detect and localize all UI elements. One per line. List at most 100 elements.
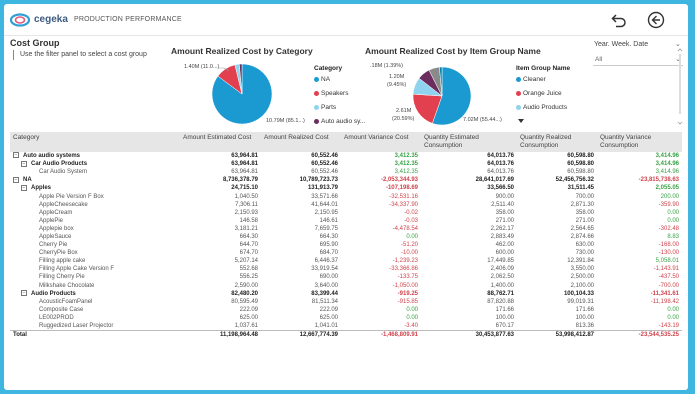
table-row[interactable]: AppleSauce 664.30 664.30 0.00 2,883.49 2,874.… [10,233,682,241]
cell-value: -168.00 [658,242,679,249]
chevron-down-icon[interactable]: ⌄ [675,40,681,48]
table-row[interactable]: AppleCheesecake 7,306.11 41,644.01 -34,337.… [10,201,682,209]
pie2-label-c2: (20.59%) [392,116,415,122]
column-header-quantity-variance-consumption[interactable]: Quantity Variance Consumption [597,132,682,152]
cell-value: 0.00 [406,306,418,313]
cell-value: -359.90 [658,201,679,208]
cell-value: 82,480.20 [231,290,258,297]
pie2-label-d: 7.02M (55.44...) [463,117,502,123]
row-label: LE002PROD [39,314,74,321]
column-header-amount-variance-cost[interactable]: Amount Variance Cost [341,132,421,152]
cell-value: -11,341.61 [650,290,679,297]
row-label: − Audio Products [21,290,76,297]
cell-value: 358.00 [575,209,594,216]
legend-item-parts[interactable]: Parts [314,104,336,111]
date-filter-dropdown[interactable]: All ⌄ [593,54,683,66]
table-row[interactable]: Ruggedized Laser Projector 1,037.61 1,041.… [10,322,682,331]
cell-value: 6,446.37 [314,258,338,265]
cell-value: 12,391.84 [567,258,594,265]
leader-line [218,67,230,72]
table-row[interactable]: Applepie box 3,181.21 7,659.75 -4,478.54 2,2… [10,225,682,233]
cell-value: 3,412.35 [394,153,418,160]
cell-value: 83,399.44 [311,290,338,297]
triangle-down-icon[interactable] [518,119,524,124]
report-canvas: cegeka PRODUCTION PERFORMANCE Cost Group… [4,4,688,390]
column-header-amount-realized-cost[interactable]: Amount Realized Cost [261,132,341,152]
collapse-toggle-icon[interactable]: − [13,152,19,159]
table-row[interactable]: − Car Audio Products 63,964.81 60,552.46 3,4… [10,160,682,168]
circle-back-icon[interactable] [647,11,665,29]
column-header-amount-estimated-cost[interactable]: Amount Estimated Cost [180,132,261,152]
cell-value: 3,414.96 [655,161,679,168]
cell-value: -34,337.90 [389,201,418,208]
table-row[interactable]: AcousticFoamPanel 80,595.49 81,511.34 -915.… [10,298,682,306]
cell-value: 87,820.88 [487,298,514,305]
cell-value: 60,552.46 [311,161,338,168]
row-label: Applepie box [39,225,74,232]
legend-item-orange-juice[interactable]: Orange Juice [516,90,562,97]
cell-value: 52,456,756.32 [555,177,594,184]
brand-name: cegeka [34,14,68,25]
cell-value: 53,998,412.87 [517,329,597,339]
chart1-legend-title: Category [314,65,343,72]
table-row[interactable]: Filling Apple Cake Version F 552.68 33,919… [10,265,682,273]
cell-value: -1,050.00 [392,282,418,289]
table-row[interactable]: Cherry Pie 644.70 695.90 -51.20 462.00 630.00… [10,241,682,249]
cell-value: -3.40 [404,322,418,329]
collapse-toggle-icon[interactable]: − [21,290,27,297]
pie2-label-c: 2.61M [396,108,412,114]
legend-item-cleaner[interactable]: Cleaner [516,76,546,83]
cell-value: 358.00 [495,209,514,216]
column-header-quantity-realized-consumption[interactable]: Quantity Realized Consumption [517,132,597,152]
table-row[interactable]: Apple Pie Version F Box 1,040.50 33,571.66… [10,192,682,200]
legend-item-auto-audio[interactable]: Auto audio sy... [314,118,365,125]
collapse-toggle-icon[interactable]: − [21,160,27,167]
column-header-quantity-estimated-consumption[interactable]: Quantity Estimated Consumption [421,132,517,152]
cell-value: 99,019.31 [567,298,594,305]
row-label: Filling Apple Cake Version F [39,266,115,273]
cell-value: -51.20 [400,242,418,249]
row-label: ApplePie [39,217,64,224]
collapse-toggle-icon[interactable]: − [21,184,27,191]
slicer-scrollbar[interactable] [676,48,684,128]
table-row[interactable]: AppleCream 2,150.93 2,150.95 -0.02 358.00 358… [10,209,682,217]
table-row[interactable]: − NA 8,736,378.79 10,789,723.73 -2,053,344.9… [10,176,682,184]
table-row[interactable]: ApplePie 146.58 146.61 -0.03 271.00 271.00 0.0… [10,217,682,225]
cell-value: 674.70 [239,250,258,257]
cell-value: 81,511.34 [311,298,338,305]
table-row[interactable]: Composite Case 222.09 222.09 0.00 171.66 171.… [10,306,682,314]
cell-value: 33,571.66 [311,193,338,200]
cell-value: -0.03 [404,217,418,224]
cell-value: 17,449.85 [487,258,514,265]
column-header-category[interactable]: Category [10,132,180,152]
table-row[interactable]: − Apples 24,715.10 131,913.79 -107,198.69 33,… [10,184,682,192]
chart-item-group-title: Amount Realized Cost by Item Group Name [365,46,541,56]
table-row[interactable]: − Audio Products 82,480.20 83,399.44 -919.25… [10,290,682,298]
cell-value: 2,406.09 [490,266,514,273]
cell-value: -302.48 [658,225,679,232]
cell-value: 0.00 [667,217,679,224]
table-row[interactable]: − Auto audio systems 63,964.81 60,552.46 3,4… [10,152,682,160]
cell-value: 670.17 [495,322,514,329]
collapse-toggle-icon[interactable]: − [13,176,19,183]
pie-chart-category[interactable] [212,64,272,124]
table-row[interactable]: Milkshake Chocolate 2,590.00 3,640.00 -1,05… [10,282,682,290]
table-row[interactable]: Car Audio System 63,964.81 60,552.46 3,412.… [10,168,682,176]
cell-value: 2,511.40 [491,201,514,208]
table-row[interactable]: Filling apple cake 5,207.14 6,446.37 -1,239… [10,257,682,265]
cell-value: 2,883.49 [490,233,514,240]
total-row[interactable]: Total 11,198,964.48 12,667,774.39 -1,468,80… [10,329,682,339]
cell-value: 2,871.30 [570,201,594,208]
undo-arrow-icon[interactable] [610,11,628,29]
pie1-label-na: 10.79M (85.1...) [266,118,305,124]
legend-item-audio-products[interactable]: Audio Products [516,104,567,111]
cell-value: 625.00 [239,314,258,321]
cell-value: 60,598.80 [567,169,594,176]
legend-item-speakers[interactable]: Speakers [314,90,348,97]
table-row[interactable]: CherryPie Box 674.70 684.70 -10.00 600.00 730… [10,249,682,257]
legend-item-na[interactable]: NA [314,76,330,83]
table-row[interactable]: LE002PROD 625.00 625.00 0.00 100.00 100.00 0.0… [10,314,682,322]
cell-value: 556.25 [239,274,258,281]
cell-value: 7,659.75 [314,225,338,232]
table-row[interactable]: Filling Cherry Pie 556.25 690.00 -133.75 2,0… [10,273,682,281]
